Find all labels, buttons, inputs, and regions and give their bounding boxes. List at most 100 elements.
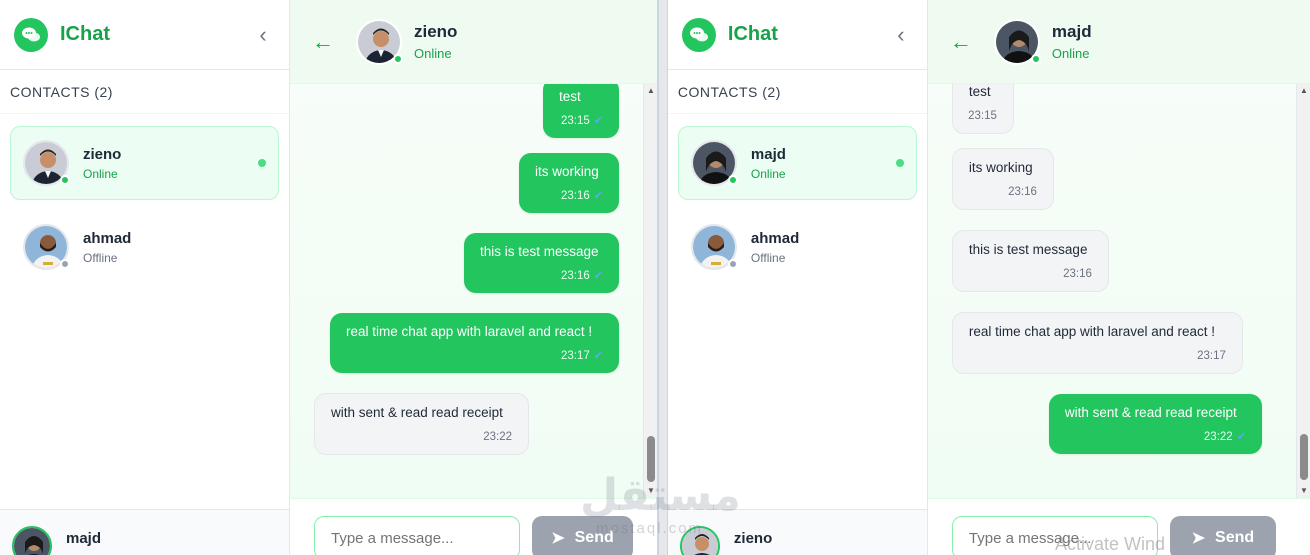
double-check-icon: ✔ [593, 350, 603, 362]
double-check-icon: ✔ [593, 115, 603, 127]
send-label: Send [574, 529, 614, 546]
scroll-down-arrow-icon[interactable]: ▼ [1297, 484, 1310, 498]
online-indicator [727, 175, 738, 185]
chat-panel: ← zieno Online test 23:15 ✔ its working 2… [290, 0, 657, 555]
send-button[interactable]: ➤ Send [532, 516, 633, 555]
chat-bubbles-icon [14, 17, 48, 52]
message-bubble: test 23:15 [951, 84, 1014, 134]
avatar [690, 140, 738, 186]
send-button[interactable]: ➤ Send [1169, 516, 1276, 555]
double-check-icon: ✔ [1236, 431, 1246, 443]
message-time: 23:17 [1197, 350, 1226, 362]
message-composer: ➤ Send [927, 498, 1310, 555]
avatar [12, 526, 52, 555]
contact-item-ahmad[interactable]: ahmad Offline [10, 210, 279, 284]
message-text: its working [968, 160, 1033, 175]
scroll-down-arrow-icon[interactable]: ▼ [644, 484, 657, 498]
message-bubble: real time chat app with laravel and reac… [951, 312, 1243, 374]
current-user-bar: zieno [667, 509, 927, 555]
message-text: real time chat app with laravel and reac… [968, 324, 1216, 339]
chat-panel: ← majd Online test 23:15 its working 23:… [927, 0, 1310, 555]
paper-plane-icon: ➤ [1191, 530, 1206, 547]
message-text: this is test message [968, 242, 1088, 257]
message-list: test 23:15 ✔ its working 23:16 ✔ this is t… [290, 84, 643, 498]
contact-name: majd [750, 145, 786, 163]
contact-item-majd[interactable]: majd Online [677, 126, 917, 200]
contact-status: Online [83, 166, 118, 181]
brand-header: IChat ‹ [0, 0, 289, 70]
chevron-left-icon[interactable]: ‹ [889, 22, 913, 48]
sidebar: IChat ‹ CONTACTS (2) majd Online ahmad O… [667, 0, 928, 555]
chat-partner-status: Online [1051, 46, 1090, 61]
chat-partner-status: Online [414, 46, 452, 61]
message-time: 23:15 [968, 110, 997, 122]
message-text: test [968, 84, 991, 99]
offline-indicator [60, 259, 70, 269]
contact-name: ahmad [750, 229, 800, 247]
sidebar: IChat ‹ CONTACTS (2) zieno Online ahmad … [0, 0, 290, 555]
scroll-thumb[interactable] [1300, 434, 1308, 480]
message-bubble: this is test message 23:16 ✔ [463, 233, 619, 293]
online-indicator [60, 175, 70, 185]
active-indicator [258, 159, 266, 167]
message-time: 23:17 [560, 350, 590, 362]
message-scrollbar[interactable]: ▲ ▼ [1296, 84, 1310, 498]
message-time: 23:16 [1008, 186, 1037, 198]
arrow-left-icon[interactable]: ← [312, 29, 346, 55]
chat-partner-name: majd [1051, 22, 1092, 41]
arrow-left-icon[interactable]: ← [950, 29, 984, 55]
message-bubble: its working 23:16 [951, 148, 1054, 210]
contact-status: Offline [750, 250, 786, 265]
message-bubble: real time chat app with laravel and reac… [329, 313, 619, 373]
contact-name: ahmad [83, 229, 132, 247]
message-time: 23:15 [560, 115, 590, 127]
contacts-heading: CONTACTS (2) [0, 70, 289, 114]
scroll-up-arrow-icon[interactable]: ▲ [644, 84, 657, 98]
message-bubble: with sent & read read receipt 23:22 [314, 393, 529, 455]
message-bubble: with sent & read read receipt 23:22 ✔ [1048, 394, 1262, 454]
current-user-bar: majd [0, 509, 289, 555]
online-indicator [393, 53, 403, 64]
message-bubble: this is test message 23:16 [951, 230, 1109, 292]
message-text: real time chat app with laravel and reac… [345, 324, 593, 339]
message-time: 23:22 [483, 431, 512, 443]
chat-header: ← zieno Online [290, 0, 657, 84]
message-input[interactable] [951, 516, 1158, 555]
scroll-up-arrow-icon[interactable]: ▲ [1297, 84, 1310, 98]
contact-item-zieno[interactable]: zieno Online [10, 126, 279, 200]
chat-bubbles-icon [681, 17, 716, 52]
send-label: Send [1215, 529, 1255, 546]
avatar [690, 224, 738, 270]
message-bubble: its working 23:16 ✔ [518, 153, 619, 213]
current-user-name: majd [66, 530, 102, 547]
brand-name: IChat [727, 23, 778, 45]
scroll-thumb[interactable] [646, 436, 655, 482]
window-divider [657, 0, 668, 555]
message-time: 23:16 [560, 270, 590, 282]
avatar [23, 224, 70, 270]
avatar [679, 526, 720, 555]
message-input[interactable] [314, 516, 520, 555]
avatar [356, 18, 403, 65]
message-bubble: test 23:15 ✔ [542, 84, 619, 138]
double-check-icon: ✔ [593, 270, 603, 282]
message-time: 23:16 [560, 190, 590, 202]
brand-name: IChat [60, 23, 110, 45]
contact-status: Online [750, 166, 786, 181]
chevron-left-icon[interactable]: ‹ [251, 22, 275, 48]
contact-name: zieno [83, 145, 122, 163]
avatar [23, 140, 70, 186]
double-check-icon: ✔ [593, 190, 603, 202]
active-indicator [895, 159, 904, 167]
message-time: 23:22 [1203, 431, 1233, 443]
contacts-heading: CONTACTS (2) [667, 70, 927, 114]
contact-item-ahmad[interactable]: ahmad Offline [678, 210, 917, 284]
online-indicator [1030, 53, 1041, 64]
current-user-name: zieno [733, 530, 773, 547]
message-scrollbar[interactable]: ▲ ▼ [642, 84, 657, 498]
brand-header: IChat ‹ [667, 0, 927, 70]
left-chat-window: IChat ‹ CONTACTS (2) zieno Online ahmad … [0, 0, 658, 555]
message-composer: ➤ Send [290, 498, 657, 555]
contact-status: Offline [83, 250, 118, 265]
chat-header: ← majd Online [927, 0, 1310, 84]
